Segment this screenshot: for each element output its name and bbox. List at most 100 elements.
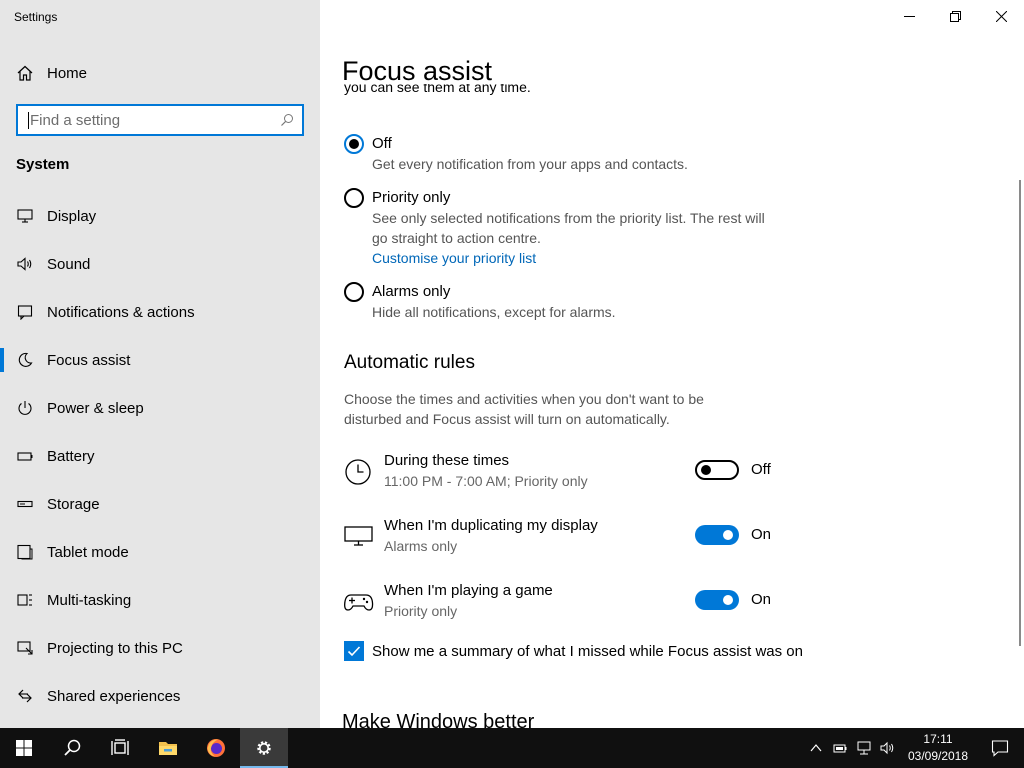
task-view-icon <box>111 739 129 755</box>
option-off[interactable]: Off Get every notification from your app… <box>344 134 782 174</box>
restore-button[interactable] <box>932 0 978 32</box>
notifications-icon <box>17 305 33 320</box>
gamepad-icon <box>344 594 374 611</box>
rule-duplicating-display[interactable]: When I'm duplicating my display Alarms o… <box>344 516 784 556</box>
gear-icon <box>257 741 271 755</box>
sidebar-item-sound[interactable]: Sound <box>0 240 320 288</box>
close-button[interactable] <box>978 0 1024 32</box>
settings-taskbar-button[interactable] <box>240 728 288 768</box>
window-controls <box>886 0 1024 32</box>
sidebar-item-label: Power & sleep <box>47 399 144 417</box>
show-hidden-icons-button[interactable] <box>804 728 828 768</box>
monitor-icon <box>17 209 33 223</box>
clock-time: 17:11 <box>923 732 953 746</box>
sidebar-item-storage[interactable]: Storage <box>0 480 320 528</box>
clock-icon <box>345 459 371 485</box>
taskbar: 17:11 03/09/2018 <box>0 728 1024 768</box>
sidebar-item-label: Battery <box>47 447 95 465</box>
text-caret <box>28 111 29 129</box>
projecting-icon <box>17 641 33 655</box>
battery-icon <box>17 452 33 461</box>
scrollbar[interactable] <box>1019 180 1021 646</box>
summary-checkbox-row[interactable]: Show me a summary of what I missed while… <box>344 641 803 661</box>
sidebar-item-label: Tablet mode <box>47 543 129 561</box>
monitor-icon <box>344 526 373 546</box>
rule-during-these-times[interactable]: During these times 11:00 PM - 7:00 AM; P… <box>344 451 784 491</box>
rule-subtitle: 11:00 PM - 7:00 AM; Priority only <box>384 473 588 489</box>
sidebar-item-label: Notifications & actions <box>47 303 195 321</box>
sidebar-item-label: Focus assist <box>47 351 131 369</box>
make-windows-better-heading: Make Windows better <box>342 711 535 728</box>
summary-checkbox[interactable] <box>344 641 364 661</box>
chevron-up-icon <box>810 744 822 752</box>
tray-battery-button[interactable] <box>828 728 852 768</box>
tablet-icon <box>17 544 33 560</box>
rule-title: When I'm duplicating my display <box>384 517 598 534</box>
task-view-button[interactable] <box>96 728 144 768</box>
app-title: Settings <box>14 10 58 24</box>
system-tray: 17:11 03/09/2018 <box>804 728 1024 768</box>
toggle-state-label: Off <box>751 461 771 478</box>
radio-priority-only[interactable] <box>344 188 364 208</box>
playing-game-toggle[interactable] <box>695 590 739 610</box>
clock-date: 03/09/2018 <box>907 749 969 763</box>
volume-icon <box>880 741 894 755</box>
automatic-rules-description: Choose the times and activities when you… <box>344 391 704 427</box>
toggle-state-label: On <box>751 591 772 608</box>
option-alarms-only[interactable]: Alarms only Hide all notifications, exce… <box>344 282 782 322</box>
during-these-times-toggle[interactable] <box>695 460 739 480</box>
speaker-icon <box>17 257 32 271</box>
action-center-button[interactable] <box>976 728 1024 768</box>
option-priority-only[interactable]: Priority only See only selected notifica… <box>344 188 782 268</box>
option-alarms-only-description: Hide all notifications, except for alarm… <box>372 304 616 320</box>
taskbar-clock[interactable]: 17:11 03/09/2018 <box>900 731 976 765</box>
start-button[interactable] <box>0 728 48 768</box>
home-icon <box>17 65 33 81</box>
rule-playing-game[interactable]: When I'm playing a game Priority only On <box>344 581 784 621</box>
summary-checkbox-label: Show me a summary of what I missed while… <box>372 642 803 660</box>
duplicating-display-toggle[interactable] <box>695 525 739 545</box>
option-off-description: Get every notification from your apps an… <box>372 156 688 172</box>
tray-network-button[interactable] <box>852 728 876 768</box>
windows-logo-icon <box>16 740 32 756</box>
checkmark-icon <box>347 646 361 657</box>
firefox-button[interactable] <box>192 728 240 768</box>
sidebar-item-tablet-mode[interactable]: Tablet mode <box>0 528 320 576</box>
radio-off[interactable] <box>344 134 364 154</box>
sidebar-item-multitasking[interactable]: Multi-tasking <box>0 576 320 624</box>
network-icon <box>857 741 871 755</box>
home-link[interactable]: Home <box>16 60 87 86</box>
sidebar-item-label: Sound <box>47 255 91 273</box>
sidebar-item-notifications[interactable]: Notifications & actions <box>0 288 320 336</box>
minimize-button[interactable] <box>886 0 932 32</box>
section-label-system: System <box>16 156 70 173</box>
sidebar-nav: Display Sound Notifications & actions Fo… <box>0 192 320 720</box>
shared-experiences-icon <box>18 689 32 703</box>
taskbar-search-button[interactable] <box>48 728 96 768</box>
rule-subtitle: Alarms only <box>384 538 458 554</box>
sidebar-item-projecting[interactable]: Projecting to this PC <box>0 624 320 672</box>
sidebar-item-battery[interactable]: Battery <box>0 432 320 480</box>
toggle-state-label: On <box>751 526 772 543</box>
search-input[interactable] <box>30 111 280 129</box>
sidebar-item-label: Projecting to this PC <box>47 639 183 657</box>
action-center-icon <box>991 740 1009 757</box>
home-label: Home <box>47 64 88 82</box>
page-title: Focus assist <box>342 56 493 86</box>
tray-volume-button[interactable] <box>876 728 900 768</box>
sidebar-item-label: Display <box>47 207 97 225</box>
search-icon <box>64 739 81 756</box>
rule-title: When I'm playing a game <box>384 582 553 599</box>
automatic-rules-heading: Automatic rules <box>344 352 475 373</box>
search-icon[interactable] <box>280 113 294 127</box>
customise-priority-list-link[interactable]: Customise your priority list <box>372 248 782 268</box>
sidebar-item-focus-assist[interactable]: Focus assist <box>0 336 320 384</box>
sidebar-item-display[interactable]: Display <box>0 192 320 240</box>
radio-alarms-only[interactable] <box>344 282 364 302</box>
sidebar-item-power-sleep[interactable]: Power & sleep <box>0 384 320 432</box>
file-explorer-button[interactable] <box>144 728 192 768</box>
search-box[interactable] <box>16 104 304 136</box>
option-priority-only-description: See only selected notifications from the… <box>372 210 765 246</box>
sidebar-item-label: Multi-tasking <box>47 591 132 609</box>
sidebar-item-shared-experiences[interactable]: Shared experiences <box>0 672 320 720</box>
